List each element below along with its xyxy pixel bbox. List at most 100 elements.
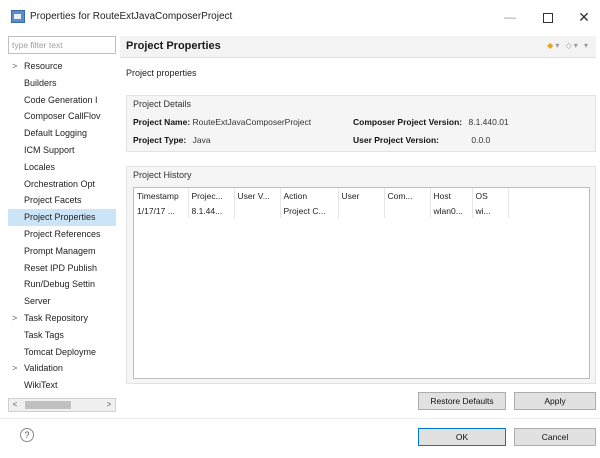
scroll-thumb[interactable]	[25, 401, 71, 409]
history-table[interactable]: Timestamp Projec... User V... Action User Com…	[133, 187, 590, 379]
sidebar-item[interactable]: Composer CallFlov	[8, 108, 116, 125]
user-version-value: 0.0.0	[471, 135, 491, 145]
table-cell: 8.1.44...	[188, 204, 235, 218]
sidebar-item-label: Project References	[24, 228, 101, 239]
sidebar-item-label: Locales	[24, 161, 56, 172]
sidebar-item[interactable]: Task Tags	[8, 327, 116, 344]
project-type-row: Project Type: Java	[133, 135, 211, 145]
table-cell	[234, 204, 281, 218]
column-header[interactable]: User V...	[234, 188, 281, 204]
table-cell	[384, 204, 431, 218]
sidebar-item-label: Task Tags	[24, 329, 64, 340]
sidebar-item-label: Prompt Managem	[24, 245, 96, 256]
forward-arrow-icon[interactable]: ◇	[566, 41, 574, 50]
project-name-label: Project Name:	[133, 117, 191, 127]
page-title: Project Properties	[126, 40, 221, 52]
sidebar-item-label: Reset IPD Publish	[24, 262, 98, 273]
project-history-section: Project History Timestamp Projec... User V…	[126, 166, 596, 384]
horizontal-scrollbar[interactable]: < >	[8, 398, 116, 412]
sidebar-item-label: Project Facets	[24, 195, 82, 206]
composer-version-value: 8.1.440.01	[468, 117, 509, 127]
project-type-label: Project Type:	[133, 135, 187, 145]
restore-defaults-button[interactable]: Restore Defaults	[418, 392, 506, 410]
sidebar-item[interactable]: Orchestration Opt	[8, 176, 116, 193]
page-header: Project Properties ◆▾ ◇▾ ▾	[120, 36, 596, 58]
app-icon	[11, 10, 25, 23]
sidebar-item-label: Run/Debug Settin	[24, 279, 96, 290]
column-header[interactable]: Com...	[384, 188, 431, 204]
table-row[interactable]: 1/17/17 ... 8.1.44... Project C... wlan0...…	[134, 204, 509, 218]
back-menu-icon[interactable]: ▾	[555, 41, 561, 50]
table-cell: Project C...	[280, 204, 339, 218]
apply-button[interactable]: Apply	[514, 392, 596, 410]
sidebar-item-label: ICM Support	[24, 144, 75, 155]
nav-icons: ◆▾ ◇▾ ▾	[547, 41, 590, 50]
sidebar-item[interactable]: Prompt Managem	[8, 243, 116, 260]
maximize-icon	[543, 12, 553, 23]
user-version-label: User Project Version:	[353, 135, 439, 145]
column-header[interactable]: Action	[280, 188, 339, 204]
sidebar-item-label: Task Repository	[24, 312, 89, 323]
scroll-right-icon[interactable]: >	[103, 399, 115, 411]
help-icon[interactable]: ?	[20, 428, 34, 442]
ok-button[interactable]: OK	[418, 428, 506, 446]
column-header[interactable]: Projec...	[188, 188, 235, 204]
sidebar-item-label: Builders	[24, 77, 57, 88]
scroll-left-icon[interactable]: <	[9, 399, 21, 411]
view-menu-icon[interactable]: ▾	[584, 41, 590, 50]
column-header[interactable]: User	[338, 188, 385, 204]
sidebar-item-label: Server	[24, 296, 51, 307]
composer-version-row: Composer Project Version: 8.1.440.01	[353, 117, 509, 127]
table-cell: wlan0...	[430, 204, 473, 218]
sidebar-item-label: WikiText	[24, 380, 58, 388]
expand-chevron-icon[interactable]: >	[12, 58, 17, 75]
project-details-title: Project Details	[133, 99, 192, 109]
sidebar-item-label: Tomcat Deployme	[24, 346, 97, 357]
project-history-title: Project History	[133, 170, 192, 180]
sidebar-item[interactable]: Project References	[8, 226, 116, 243]
maximize-button[interactable]	[534, 7, 562, 27]
table-cell	[338, 204, 385, 218]
column-header[interactable]: Host	[430, 188, 473, 204]
sidebar-item-label: Project Properties	[24, 212, 96, 223]
project-details-section: Project Details Project Name: RouteExtJa…	[126, 95, 596, 152]
column-header[interactable]: OS	[472, 188, 509, 204]
close-button[interactable]: ✕	[570, 7, 598, 27]
sidebar-item[interactable]: Code Generation I	[8, 92, 116, 109]
sidebar-item[interactable]: > Task Repository	[8, 310, 116, 327]
sidebar-item[interactable]: > Validation	[8, 360, 116, 377]
minimize-button[interactable]: —	[496, 7, 524, 27]
sidebar-item[interactable]: Reset IPD Publish	[8, 260, 116, 277]
page-subtitle: Project properties	[126, 68, 197, 78]
sidebar-item[interactable]: ICM Support	[8, 142, 116, 159]
expand-chevron-icon[interactable]: >	[12, 360, 17, 377]
sidebar-item-label: Validation	[24, 363, 63, 374]
expand-chevron-icon[interactable]: >	[12, 310, 17, 327]
sidebar-item-label: Code Generation I	[24, 94, 98, 105]
sidebar-item[interactable]: Tomcat Deployme	[8, 344, 116, 361]
sidebar-item[interactable]: Project Properties	[8, 209, 116, 226]
sidebar-item-label: Resource	[24, 61, 63, 71]
sidebar-item[interactable]: Builders	[8, 75, 116, 92]
sidebar-item-label: Default Logging	[24, 128, 88, 139]
sidebar-item[interactable]: > Resource	[8, 58, 116, 75]
sidebar-item-label: Composer CallFlov	[24, 111, 101, 122]
sidebar: > Resource Builders Code Generation I Compos…	[8, 36, 116, 416]
sidebar-item[interactable]: WikiText	[8, 377, 116, 388]
window-title: Properties for RouteExtJavaComposerProje…	[30, 11, 233, 22]
composer-version-label: Composer Project Version:	[353, 117, 463, 127]
project-name-row: Project Name: RouteExtJavaComposerProjec…	[133, 117, 311, 127]
sidebar-item[interactable]: Project Facets	[8, 192, 116, 209]
column-header[interactable]: Timestamp	[134, 188, 189, 204]
forward-menu-icon[interactable]: ▾	[574, 41, 580, 50]
sidebar-item[interactable]: Locales	[8, 159, 116, 176]
project-name-value: RouteExtJavaComposerProject	[192, 117, 312, 127]
cancel-button[interactable]: Cancel	[514, 428, 596, 446]
category-tree: > Resource Builders Code Generation I Compos…	[8, 58, 116, 388]
sidebar-item[interactable]: Server	[8, 293, 116, 310]
filter-input[interactable]	[8, 36, 116, 54]
sidebar-item[interactable]: Run/Debug Settin	[8, 276, 116, 293]
sidebar-item[interactable]: Default Logging	[8, 125, 116, 142]
project-type-value: Java	[192, 135, 211, 145]
table-cell: 1/17/17 ...	[134, 204, 189, 218]
